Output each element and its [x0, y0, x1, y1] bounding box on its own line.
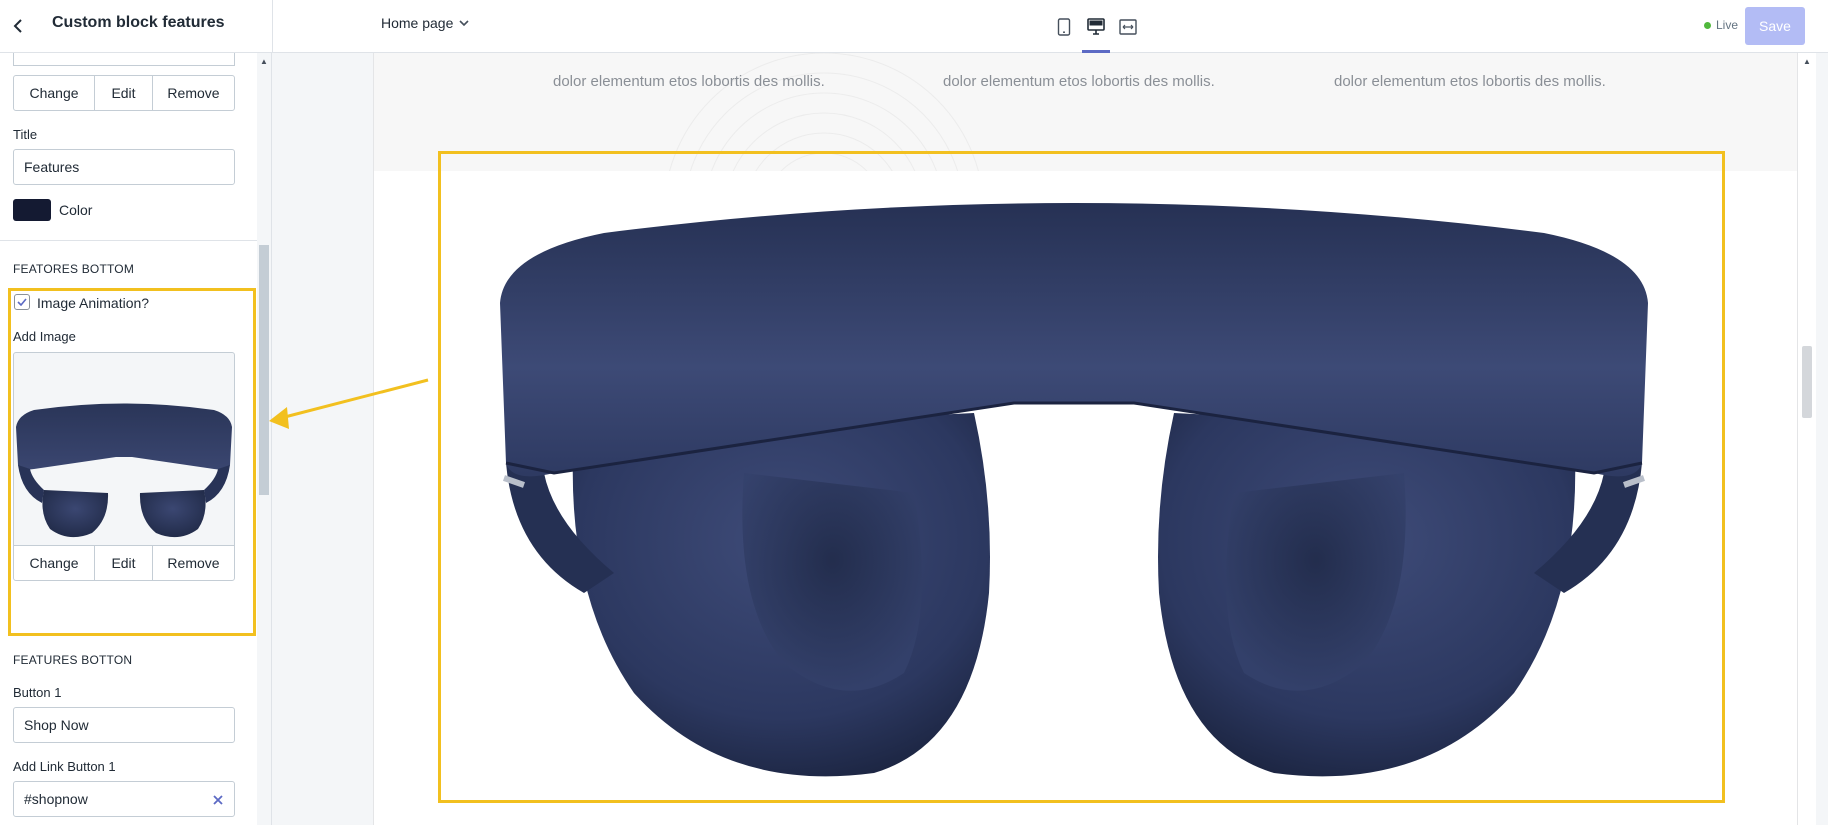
- live-status-label: Live: [1716, 18, 1739, 32]
- title-input[interactable]: Features: [13, 149, 235, 185]
- clear-link-button[interactable]: [209, 791, 227, 809]
- fullwidth-view-button[interactable]: [1112, 0, 1144, 53]
- settings-sidebar: Change Edit Remove Title Features Color …: [0, 53, 272, 825]
- save-area: Save: [1745, 7, 1828, 45]
- change-image-button[interactable]: Change: [14, 76, 95, 110]
- checkmark-icon: [17, 298, 27, 306]
- mobile-view-button[interactable]: [1048, 0, 1080, 53]
- page-selector[interactable]: Home page: [381, 15, 469, 31]
- color-label: Color: [59, 202, 93, 218]
- sidebar-scrollbar-thumb[interactable]: [259, 245, 269, 495]
- desktop-icon: [1087, 18, 1105, 35]
- headphones-thumbnail: [16, 403, 232, 538]
- page-selector-label: Home page: [381, 15, 454, 31]
- live-dot: [1704, 21, 1711, 29]
- link1-input[interactable]: #shopnow: [13, 781, 235, 817]
- preview-scrollbar[interactable]: ▲: [1798, 53, 1816, 825]
- section-features-button: FEATURES BOTTON: [13, 653, 133, 667]
- headphones-image: [500, 203, 1648, 777]
- image-preview[interactable]: [13, 352, 235, 574]
- expand-width-icon: [1119, 18, 1137, 35]
- back-button[interactable]: [6, 14, 30, 38]
- mobile-icon: [1057, 17, 1071, 36]
- preview-scrollbar-thumb[interactable]: [1802, 346, 1812, 418]
- chevron-left-icon: [13, 19, 22, 33]
- remove-feature-image-button[interactable]: Remove: [153, 546, 234, 580]
- viewport-switcher: [1048, 0, 1144, 53]
- edit-feature-image-button[interactable]: Edit: [95, 546, 153, 580]
- chevron-down-icon: [459, 19, 469, 26]
- color-swatch[interactable]: [13, 199, 51, 221]
- close-icon: [213, 795, 223, 805]
- image-actions: Change Edit Remove: [13, 545, 235, 581]
- image-animation-checkbox[interactable]: [14, 294, 30, 310]
- feature-text-1: dolor elementum etos lobortis des mollis…: [553, 73, 825, 90]
- header-divider: [272, 0, 273, 53]
- preview-scroll-up-icon[interactable]: ▲: [1803, 57, 1811, 66]
- section-features-bottom: FEATORES BOTTOM: [13, 262, 135, 276]
- section-divider: [0, 240, 257, 241]
- image-animation-label: Image Animation?: [37, 295, 150, 311]
- remove-image-button[interactable]: Remove: [153, 76, 234, 110]
- features-section: dolor elementum etos lobortis des mollis…: [374, 53, 1797, 171]
- page-title: Custom block features: [52, 14, 225, 31]
- top-image-actions: Change Edit Remove: [13, 75, 235, 111]
- link1-label: Add Link Button 1: [13, 759, 116, 774]
- title-label: Title: [13, 127, 38, 142]
- feature-text-2: dolor elementum etos lobortis des mollis…: [943, 73, 1215, 90]
- desktop-view-button[interactable]: [1080, 0, 1112, 53]
- top-bar: Custom block features Home page Live Sav…: [0, 0, 1828, 53]
- feature-text-3: dolor elementum etos lobortis des mollis…: [1334, 73, 1606, 90]
- button1-input[interactable]: Shop Now: [13, 707, 235, 743]
- annotation-arrow: [269, 378, 429, 429]
- theme-preview: dolor elementum etos lobortis des mollis…: [373, 53, 1798, 825]
- live-status: Live: [1704, 18, 1738, 32]
- change-feature-image-button[interactable]: Change: [14, 546, 95, 580]
- save-button[interactable]: Save: [1745, 7, 1805, 45]
- button1-label: Button 1: [13, 685, 62, 700]
- edit-image-button[interactable]: Edit: [95, 76, 153, 110]
- add-image-label: Add Image: [13, 329, 76, 344]
- concentric-pattern: [669, 53, 979, 171]
- scroll-up-arrow-icon[interactable]: ▲: [260, 57, 268, 66]
- previous-image-frame: [13, 53, 235, 66]
